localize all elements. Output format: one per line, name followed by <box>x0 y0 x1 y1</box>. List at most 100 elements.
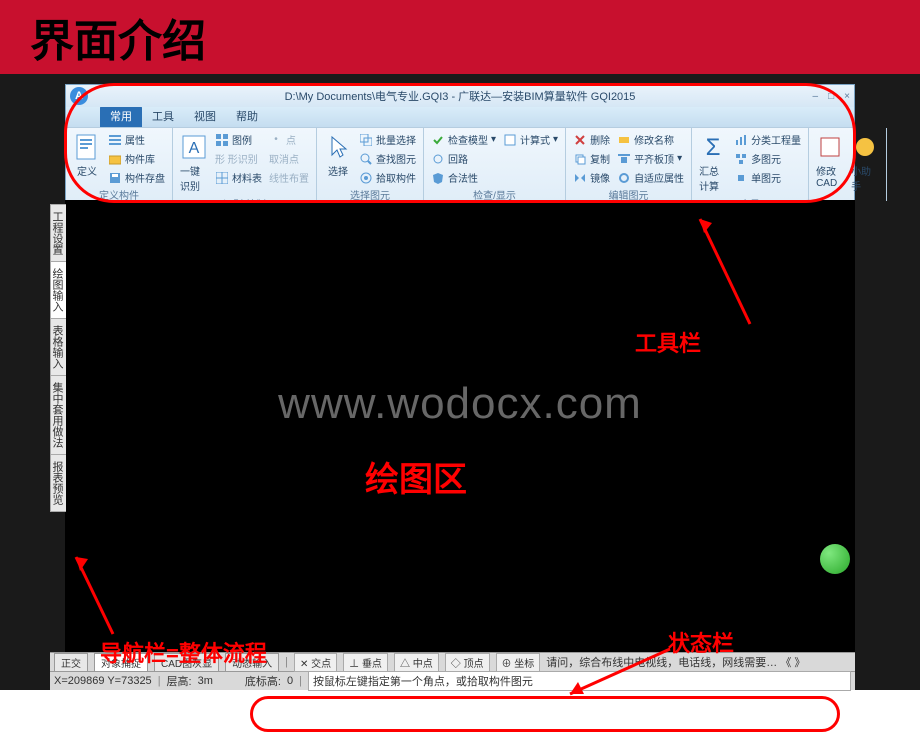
gear-icon <box>617 171 631 185</box>
copy-button[interactable]: 复制 <box>571 150 612 167</box>
point-button[interactable]: •点 <box>267 131 311 148</box>
material-table-button[interactable]: 材料表 <box>213 169 264 186</box>
tab-tools[interactable]: 工具 <box>142 105 184 127</box>
watermark-text: www.wodocx.com <box>278 379 642 429</box>
ribbon-tabs: 常用 工具 视图 帮助 <box>66 107 854 127</box>
svg-text:Σ: Σ <box>706 134 721 161</box>
ribbon: 定义 属性 构件库 构件存盘 定义构件 A 一键识别 <box>66 127 854 201</box>
ribbon-group-quantity: Σ 汇总计算 分类工程量 多图元 单图元 查量 <box>692 128 809 201</box>
tab-view[interactable]: 视图 <box>184 105 226 127</box>
ribbon-group-recognize: A 一键识别 图例 形 形识别 材料表 •点 取消点 线性布置 识别/绘制 <box>173 128 317 201</box>
sb-coordinates: X=209869 Y=73325 <box>54 675 152 687</box>
cad-icon <box>816 133 844 161</box>
legend-button[interactable]: 图例 <box>213 131 264 148</box>
slide-title-banner: 界面介绍 <box>0 0 920 74</box>
close-button[interactable]: × <box>844 91 850 102</box>
ribbon-group-define: 定义 属性 构件库 构件存盘 定义构件 <box>66 128 173 201</box>
arrow-status <box>560 644 680 704</box>
define-button[interactable]: 定义 <box>71 131 103 180</box>
sb-vertex-button[interactable]: ◇ 顶点 <box>445 653 490 672</box>
save-icon <box>108 171 122 185</box>
arrow-toolbar <box>690 209 760 329</box>
pick-component-button[interactable]: 拾取构件 <box>357 169 418 186</box>
window-controls: – □ × <box>813 91 850 102</box>
chart-icon <box>734 133 748 147</box>
multi-element-button[interactable]: 多图元 <box>732 150 803 167</box>
multi-icon <box>359 133 373 147</box>
delete-button[interactable]: 删除 <box>571 131 612 148</box>
green-badge[interactable] <box>820 544 850 574</box>
grid-icon <box>215 133 229 147</box>
find-element-button[interactable]: 查找图元 <box>357 150 418 167</box>
assistant-icon <box>851 133 879 161</box>
sb-coord-button[interactable]: ⊕ 坐标 <box>496 653 541 672</box>
sb-intersect-button[interactable]: ✕ 交点 <box>294 653 337 672</box>
dot-icon: • <box>269 133 283 147</box>
annotation-nav-label: 导航栏=整体流程 <box>100 636 267 668</box>
side-tab-project-setup[interactable]: 工程设置 <box>50 204 66 262</box>
ribbon-group-check: 检查模型 ▾ 回路 合法性 计算式 ▾ 检查/显示 <box>424 128 566 201</box>
linear-layout-button[interactable]: 线性布置 <box>267 169 311 186</box>
side-nav-tabs: 工程设置 绘图输入 表格输入 集中套用做法 报表预览 <box>50 204 66 511</box>
modify-cad-button[interactable]: 修改CAD <box>814 131 846 191</box>
side-tab-draw-input[interactable]: 绘图输入 <box>50 261 66 319</box>
mirror-icon <box>573 171 587 185</box>
save-component-button[interactable]: 构件存盘 <box>106 169 167 186</box>
batch-select-button[interactable]: 批量选择 <box>357 131 418 148</box>
sb-ortho-button[interactable]: 正交 <box>54 653 88 672</box>
one-key-recognize-button[interactable]: A 一键识别 <box>178 131 210 195</box>
tab-help[interactable]: 帮助 <box>226 105 268 127</box>
loop-button[interactable]: 回路 <box>429 150 498 167</box>
app-icon[interactable]: A <box>70 87 88 105</box>
cursor-icon <box>324 133 352 161</box>
sb-perp-button[interactable]: ⊥ 垂点 <box>343 653 388 672</box>
ribbon-group-misc: 修改CAD 小助手 <box>809 128 887 201</box>
align-icon <box>617 152 631 166</box>
title-bar: A D:\My Documents\电气专业.GQI3 - 广联达—安装BIM算… <box>66 85 854 107</box>
maximize-button[interactable]: □ <box>828 91 834 102</box>
status-row-2: X=209869 Y=73325 | 层高: 3m 底标高: 0 | 按鼠标左键… <box>50 671 855 690</box>
sb-base-elev-value: 0 <box>287 675 293 687</box>
side-tab-table-input[interactable]: 表格输入 <box>50 318 66 376</box>
tag-icon <box>617 133 631 147</box>
sb-base-elev-label: 底标高: <box>245 673 281 689</box>
ribbon-group-edit: 删除 复制 镜像 修改名称 平齐板顶 ▾ 自适应属性 编辑图元 <box>566 128 692 201</box>
annotation-drawarea-label: 绘图区 <box>365 452 467 501</box>
target-icon <box>359 171 373 185</box>
arrow-nav <box>68 549 128 639</box>
search-icon <box>359 152 373 166</box>
side-tab-report-preview[interactable]: 报表预览 <box>50 454 66 512</box>
multi-icon <box>734 152 748 166</box>
sb-floor-height-label: 层高: <box>167 673 192 689</box>
check-icon <box>431 133 445 147</box>
x-icon <box>573 133 587 147</box>
validity-button[interactable]: 合法性 <box>429 169 498 186</box>
rename-button[interactable]: 修改名称 <box>615 131 686 148</box>
sb-floor-height-value: 3m <box>198 675 213 687</box>
copy-icon <box>573 152 587 166</box>
sum-calc-button[interactable]: Σ 汇总计算 <box>697 131 729 195</box>
table-icon <box>215 171 229 185</box>
tab-common[interactable]: 常用 <box>100 105 142 127</box>
align-top-button[interactable]: 平齐板顶 ▾ <box>615 150 686 167</box>
document-icon <box>73 133 101 161</box>
side-tab-apply-method[interactable]: 集中套用做法 <box>50 375 66 455</box>
mirror-button[interactable]: 镜像 <box>571 169 612 186</box>
component-lib-button[interactable]: 构件库 <box>106 150 167 167</box>
ribbon-group-select: 选择 批量选择 查找图元 拾取构件 选择图元 <box>317 128 424 201</box>
minimize-button[interactable]: – <box>813 91 819 102</box>
adaptive-prop-button[interactable]: 自适应属性 <box>615 169 686 186</box>
sb-midpoint-button[interactable]: △ 中点 <box>394 653 439 672</box>
classify-qty-button[interactable]: 分类工程量 <box>732 131 803 148</box>
select-button[interactable]: 选择 <box>322 131 354 180</box>
shape-recognize-button[interactable]: 形 形识别 <box>213 150 264 167</box>
calc-expr-button[interactable]: 计算式 ▾ <box>501 131 560 148</box>
single-element-button[interactable]: 单图元 <box>732 169 803 186</box>
slide-title: 界面介绍 <box>30 5 206 69</box>
properties-button[interactable]: 属性 <box>106 131 167 148</box>
folder-icon <box>108 152 122 166</box>
helper-button[interactable]: 小助手 <box>849 131 881 195</box>
cancel-point-button[interactable]: 取消点 <box>267 150 311 167</box>
check-model-button[interactable]: 检查模型 ▾ <box>429 131 498 148</box>
svg-text:A: A <box>189 140 200 157</box>
